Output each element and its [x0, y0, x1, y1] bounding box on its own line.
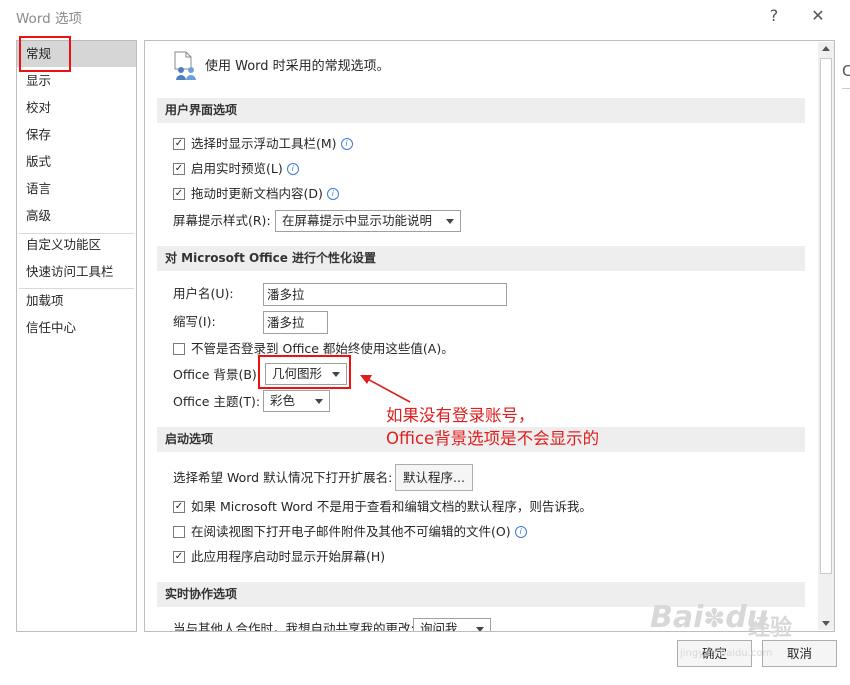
nav-item-proofing[interactable]: 校对 [17, 95, 136, 121]
initials-label: 缩写(I): [173, 314, 216, 329]
always-use-checkbox[interactable] [173, 343, 185, 355]
cancel-button[interactable]: 取消 [762, 640, 837, 667]
floating-toolbar-label: 选择时显示浮动工具栏(M) i [191, 134, 353, 154]
options-panel: 使用 Word 时采用的常规选项。 用户界面选项 ✓ 选择时显示浮动工具栏(M)… [144, 40, 835, 632]
scroll-thumb[interactable] [820, 58, 832, 574]
nav-item-quick-access[interactable]: 快速访问工具栏 [17, 259, 136, 285]
office-background-label: Office 背景(B): [173, 367, 262, 382]
annotation-line-2: Office背景选项是不会显示的 [386, 429, 600, 448]
live-preview-label: 启用实时预览(L) i [191, 159, 299, 179]
initials-field[interactable]: 潘多拉 [263, 311, 328, 334]
reading-view-checkbox[interactable] [173, 526, 185, 538]
username-label: 用户名(U): [173, 286, 234, 301]
annotation-line-1: 如果没有登录账号， [386, 406, 535, 425]
category-nav: 常规 显示 校对 保存 版式 语言 高级 自定义功能区 快速访问工具栏 加载项 … [16, 40, 137, 632]
watermark-jingyan: 经验 [748, 616, 793, 641]
tell-me-label: 如果 Microsoft Word 不是用于查看和编辑文档的默认程序，则告诉我。 [191, 499, 592, 514]
update-drag-checkbox[interactable]: ✓ [173, 188, 185, 200]
close-button[interactable]: ✕ [806, 4, 830, 28]
share-changes-select[interactable]: 询问我 [413, 618, 491, 631]
close-icon: ✕ [811, 6, 825, 25]
share-changes-label: 当与其他人合作时，我想自动共享我的更改: [173, 621, 415, 632]
watermark-url: jingyan.baidu.com [680, 648, 773, 659]
live-preview-checkbox[interactable]: ✓ [173, 163, 185, 175]
info-icon[interactable]: i [514, 526, 527, 538]
paw-icon: ✽ [703, 604, 726, 634]
tell-me-checkbox[interactable]: ✓ [173, 501, 185, 513]
annotation-arrow [360, 375, 411, 403]
screentip-style-select[interactable]: 在屏幕提示中显示功能说明 [275, 210, 461, 232]
settings-people-icon [174, 51, 196, 80]
default-extension-label: 选择希望 Word 默认情况下打开扩展名: [173, 470, 393, 485]
help-button[interactable]: ? [762, 4, 786, 28]
nav-item-layout[interactable]: 版式 [17, 149, 136, 175]
info-icon[interactable]: i [286, 163, 299, 175]
background-window-edge [842, 88, 850, 89]
window-title: Word 选项 [16, 11, 82, 27]
chevron-down-icon [315, 399, 323, 404]
chevron-down-icon [446, 219, 454, 224]
scroll-down-icon[interactable] [822, 621, 830, 626]
floating-toolbar-checkbox[interactable]: ✓ [173, 138, 185, 150]
nav-item-advanced[interactable]: 高级 [17, 203, 136, 229]
scroll-up-icon[interactable] [822, 46, 830, 51]
reading-view-label: 在阅读视图下打开电子邮件附件及其他不可编辑的文件(O) i [191, 522, 527, 542]
screentip-style-label: 屏幕提示样式(R): [173, 213, 271, 228]
default-programs-button[interactable]: 默认程序... [395, 464, 473, 491]
start-screen-checkbox[interactable]: ✓ [173, 551, 185, 563]
section-header-ui-options: 用户界面选项 [157, 98, 805, 123]
highlight-box-general [19, 36, 71, 72]
nav-item-trust-center[interactable]: 信任中心 [17, 315, 136, 341]
update-drag-label: 拖动时更新文档内容(D) i [191, 184, 339, 204]
title-bar: Word 选项 ? ✕ [0, 0, 850, 32]
nav-item-addins[interactable]: 加载项 [17, 288, 136, 314]
page-header-title: 使用 Word 时采用的常规选项。 [205, 59, 390, 74]
section-header-personalize: 对 Microsoft Office 进行个性化设置 [157, 246, 805, 271]
username-field[interactable]: 潘多拉 [263, 283, 507, 306]
office-theme-label: Office 主题(T): [173, 394, 261, 409]
nav-item-customize-ribbon[interactable]: 自定义功能区 [17, 232, 136, 258]
start-screen-label: 此应用程序启动时显示开始屏幕(H) [191, 549, 386, 564]
chevron-down-icon [476, 627, 484, 631]
highlight-box-background [258, 355, 351, 389]
info-icon[interactable]: i [326, 188, 339, 200]
office-theme-select[interactable]: 彩色 [263, 390, 330, 412]
info-icon[interactable]: i [340, 138, 353, 150]
nav-item-save[interactable]: 保存 [17, 122, 136, 148]
nav-item-language[interactable]: 语言 [17, 176, 136, 202]
background-window-text: C [842, 62, 850, 80]
